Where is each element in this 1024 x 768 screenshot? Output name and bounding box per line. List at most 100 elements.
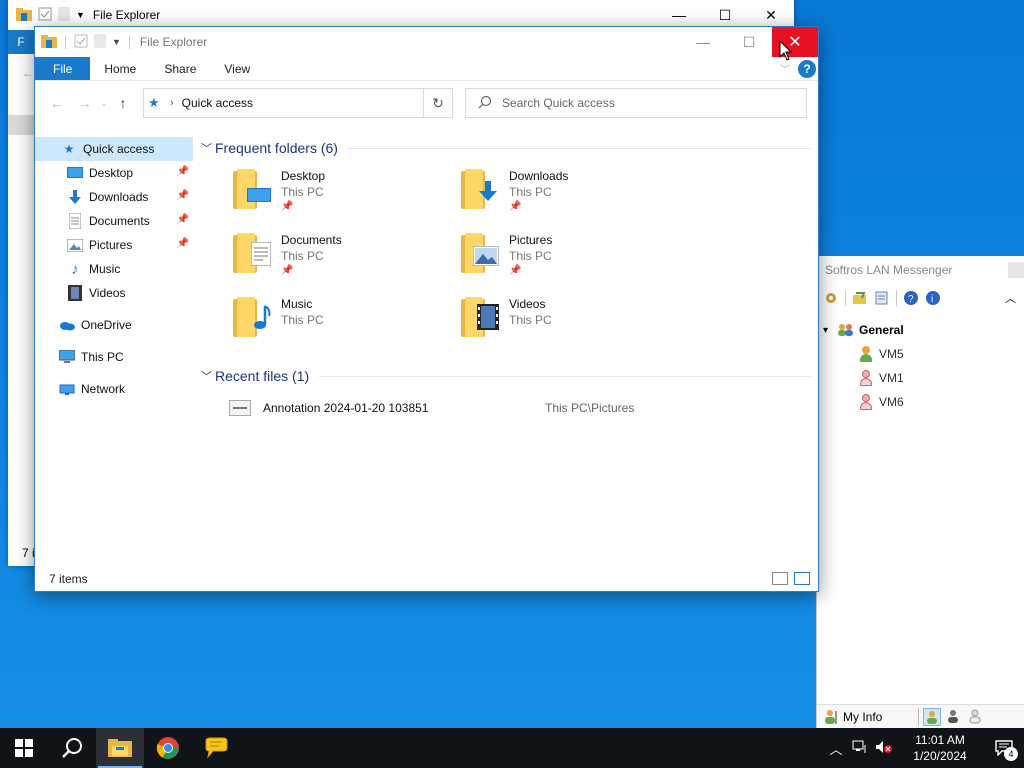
breadcrumb-location[interactable]: Quick access	[182, 96, 253, 110]
folder-tile-music[interactable]: Music This PC	[233, 293, 461, 357]
item-count: 7 items	[49, 572, 88, 586]
chrome-icon	[156, 737, 179, 759]
search-box[interactable]	[465, 88, 807, 118]
recent-locations-icon[interactable]: ⌄	[99, 98, 109, 109]
help-icon[interactable]: ?	[903, 290, 919, 306]
nav-label: Network	[81, 382, 126, 396]
new-folder-icon[interactable]	[58, 6, 70, 24]
nav-item-quick-access[interactable]: ★ Quick access	[35, 137, 193, 161]
picture-icon	[67, 237, 83, 253]
windows-logo-icon	[15, 739, 33, 757]
nav-item-documents[interactable]: Documents 📌	[35, 209, 193, 233]
tab-share[interactable]: Share	[150, 57, 210, 80]
taskbar-chrome[interactable]	[144, 728, 192, 768]
tab-file[interactable]: File	[35, 57, 91, 80]
folder-tile-videos[interactable]: Videos This PC	[461, 293, 689, 357]
chevron-down-icon[interactable]: ▾	[823, 325, 837, 336]
expand-ribbon-icon[interactable]: ﹀	[780, 61, 790, 76]
recent-files-header[interactable]: ﹀ Recent files (1)	[195, 365, 817, 387]
help-button[interactable]: ?	[798, 60, 816, 78]
status-online-button[interactable]	[923, 707, 942, 726]
up-arrow-icon[interactable]: ↑	[109, 95, 137, 111]
action-center-button[interactable]: 4	[984, 728, 1024, 768]
status-bar: 7 items	[35, 567, 818, 591]
large-icons-view-button[interactable]	[794, 572, 810, 585]
image-file-icon	[229, 400, 251, 416]
chevron-up-icon[interactable]: ︿	[1005, 290, 1016, 306]
nav-item-network[interactable]: Network	[35, 377, 193, 401]
details-view-button[interactable]	[772, 572, 788, 585]
status-away-button[interactable]	[945, 708, 963, 726]
titlebar[interactable]: ▼ File Explorer — ☐ ✕	[35, 27, 818, 57]
customize-dropdown-icon[interactable]: ▼	[76, 10, 85, 20]
folder-name: Videos	[509, 297, 546, 311]
taskbar-softros-messenger[interactable]	[192, 728, 240, 768]
chevron-down-icon[interactable]: ﹀	[201, 368, 215, 384]
folder-tile-desktop[interactable]: Desktop This PC 📌	[233, 165, 461, 229]
folder-tile-downloads[interactable]: Downloads This PC 📌	[461, 165, 689, 229]
properties-icon[interactable]	[38, 7, 52, 24]
my-info-button[interactable]: My Info	[843, 710, 882, 724]
settings-icon[interactable]	[823, 290, 839, 306]
maximize-button[interactable]: ☐	[726, 27, 772, 57]
tab-home[interactable]: Home	[90, 57, 150, 80]
recent-file-path: This PC\Pictures	[545, 401, 635, 415]
nav-item-this-pc[interactable]: This PC	[35, 345, 193, 369]
history-icon[interactable]	[874, 290, 890, 306]
clock-date: 1/20/2024	[913, 749, 967, 763]
taskbar-file-explorer[interactable]	[96, 728, 144, 768]
system-tray: ︿ 11:01 AM 1/20/2024 4	[824, 728, 1024, 768]
clock[interactable]: 11:01 AM 1/20/2024	[902, 732, 978, 764]
minimize-button[interactable]: —	[680, 27, 726, 57]
pin-icon: 📌	[176, 214, 189, 225]
refresh-button[interactable]: ↻	[423, 88, 453, 118]
user-vm1[interactable]: VM1	[817, 366, 1024, 390]
user-vm6[interactable]: VM6	[817, 390, 1024, 414]
desktop-folder-icon	[233, 169, 273, 211]
nav-gap	[35, 337, 193, 345]
chevron-down-icon[interactable]: ﹀	[201, 140, 215, 156]
file-explorer-window[interactable]: ▼ File Explorer — ☐ ✕ File Home Share Vi…	[34, 26, 819, 592]
back-arrow-icon[interactable]: ←	[43, 95, 71, 111]
messenger-titlebar[interactable]: Softros LAN Messenger	[817, 256, 1024, 284]
nav-item-music[interactable]: ♪ Music	[35, 257, 193, 281]
properties-icon[interactable]	[74, 34, 88, 51]
search-icon	[62, 738, 82, 758]
bottom-separator	[918, 707, 920, 726]
nav-item-desktop[interactable]: Desktop 📌	[35, 161, 193, 185]
user-online-icon	[859, 346, 873, 362]
user-vm5[interactable]: VM5	[817, 342, 1024, 366]
video-folder-icon	[461, 297, 501, 339]
customize-dropdown-icon[interactable]: ▼	[112, 37, 121, 47]
new-folder-icon[interactable]	[94, 33, 106, 51]
address-bar[interactable]: ★ › Quick access ⌄	[143, 88, 453, 118]
folder-tile-documents[interactable]: Documents This PC 📌	[233, 229, 461, 293]
status-offline-button[interactable]	[967, 708, 985, 726]
nav-item-downloads[interactable]: Downloads 📌	[35, 185, 193, 209]
nav-item-pictures[interactable]: Pictures 📌	[35, 233, 193, 257]
network-tray-icon[interactable]	[848, 740, 872, 757]
volume-muted-icon[interactable]	[872, 740, 896, 757]
folder-tile-pictures[interactable]: Pictures This PC 📌	[461, 229, 689, 293]
search-input[interactable]	[502, 96, 782, 110]
breadcrumb-chevron-icon[interactable]: ›	[170, 97, 174, 109]
nav-item-onedrive[interactable]: OneDrive	[35, 313, 193, 337]
softros-messenger-window[interactable]: Softros LAN Messenger ? i ︿ ▾ General VM…	[816, 256, 1024, 728]
open-folder-icon[interactable]	[852, 290, 868, 306]
folder-name: Desktop	[281, 169, 326, 183]
bg-selected-nav-row	[8, 115, 34, 135]
show-hidden-icons-chevron-icon[interactable]: ︿	[824, 739, 848, 758]
frequent-folders-header[interactable]: ﹀ Frequent folders (6)	[195, 137, 817, 159]
start-button[interactable]	[0, 728, 48, 768]
quick-access-star-icon: ★	[148, 95, 160, 110]
tab-view[interactable]: View	[210, 57, 264, 80]
bg-file-tab[interactable]: F	[8, 30, 34, 54]
nav-item-videos[interactable]: Videos	[35, 281, 193, 305]
info-icon[interactable]: i	[925, 290, 941, 306]
messenger-close-button[interactable]	[1008, 262, 1024, 278]
search-button[interactable]	[48, 728, 96, 768]
group-general[interactable]: ▾ General	[817, 318, 1024, 342]
forward-arrow-icon[interactable]: →	[71, 95, 99, 111]
nav-label: Videos	[89, 286, 126, 300]
recent-file-row[interactable]: Annotation 2024-01-20 103851 This PC\Pic…	[195, 395, 817, 421]
